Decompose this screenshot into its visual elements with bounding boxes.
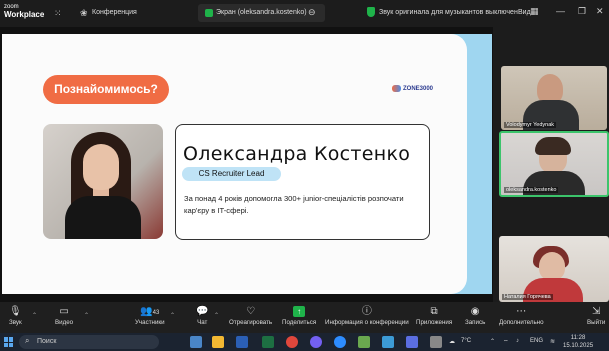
view-menu[interactable]: Вид xyxy=(518,9,531,16)
viber-icon[interactable] xyxy=(310,336,322,348)
brand-mark-icon xyxy=(392,85,401,92)
leave-label: Выйти xyxy=(587,319,606,326)
brand-logo: ZONE3000 xyxy=(392,85,433,92)
grid-icon[interactable]: ⁙ xyxy=(54,8,62,19)
speaker-role-badge: CS Recruiter Lead xyxy=(182,167,281,181)
react-button[interactable]: ♡ Отреагировать xyxy=(229,305,272,326)
maximize-icon[interactable]: ❐ xyxy=(578,6,586,17)
participant-name: Volodymyr Yedynak xyxy=(504,122,557,128)
brand-name: ZONE3000 xyxy=(403,86,434,93)
chat-caret-icon[interactable]: ⌃ xyxy=(214,312,219,319)
file-explorer-icon[interactable] xyxy=(190,336,202,348)
video-label: Видео xyxy=(55,319,74,326)
audio-caret-icon[interactable]: ⌃ xyxy=(32,312,37,319)
shield-icon xyxy=(367,7,375,17)
exit-icon: ⇲ xyxy=(591,306,601,317)
search-icon: ⌕ xyxy=(25,336,30,345)
network-icon[interactable]: ⌔ xyxy=(503,338,509,346)
record-label: Запись xyxy=(465,319,486,326)
speaker-info-card xyxy=(175,124,430,240)
heart-icon: ♡ xyxy=(246,306,256,317)
weather-icon[interactable]: ☁ xyxy=(449,338,455,345)
video-button[interactable]: ▭ Видео xyxy=(55,305,73,326)
minimize-icon[interactable]: — xyxy=(556,6,565,16)
participants-count: 43 xyxy=(152,310,160,316)
audio-label: Звук xyxy=(9,319,22,326)
meeting-info-button[interactable]: ⓘ Информация о конференции xyxy=(325,305,409,326)
react-label: Отреагировать xyxy=(229,319,273,326)
view-grid-icon[interactable]: ▦ xyxy=(530,6,539,17)
title-bar: zoom Workplace ⁙ ❀ Конференция Экран (ol… xyxy=(0,0,609,27)
chat-icon: 💬 xyxy=(196,306,209,317)
apps-button[interactable]: ⧉ Приложения xyxy=(416,305,452,326)
camera-icon: ▭ xyxy=(59,306,69,317)
meeting-toolbar: 🎙 Звук ⌃ ▭ Видео ⌃ 👥43 Участники ⌃ 💬 Чат… xyxy=(0,302,609,333)
more-label: Дополнительно xyxy=(499,319,544,326)
clock-date: 15.10.2025 xyxy=(563,343,594,349)
participant-video-1[interactable]: Volodymyr Yedynak xyxy=(501,66,607,130)
tray-chevron-icon[interactable]: ⌃ xyxy=(490,338,495,345)
leave-button[interactable]: ⇲ Выйти xyxy=(587,305,605,326)
participant-video-2-active[interactable]: oleksandra.kostenko xyxy=(499,131,609,197)
video-caret-icon[interactable]: ⌃ xyxy=(84,312,89,319)
audio-notice: Звук оригинала для музыкантов выключен xyxy=(379,9,518,16)
language-indicator[interactable]: ENG xyxy=(530,338,543,344)
more-icon: ⋯ xyxy=(516,306,527,317)
clock-time: 11:28 xyxy=(570,335,586,341)
conference-tab[interactable]: Конференция xyxy=(92,9,137,16)
record-button[interactable]: ◉ Запись xyxy=(465,305,485,326)
audio-button[interactable]: 🎙 Звук xyxy=(9,305,22,326)
start-button[interactable] xyxy=(4,337,14,347)
word-icon[interactable] xyxy=(236,336,248,348)
info-icon: ⓘ xyxy=(361,306,372,317)
participant-video-3[interactable]: Наталия Горячева xyxy=(499,236,609,302)
wifi-icon[interactable]: ≋ xyxy=(550,338,555,345)
close-icon[interactable]: ✕ xyxy=(596,6,604,17)
participants-icon: 👥43 xyxy=(140,306,160,317)
share-button[interactable]: ↑ Поделиться xyxy=(282,305,316,326)
participant-name: Наталия Горячева xyxy=(502,294,553,300)
taskbar-search[interactable]: Поиск xyxy=(19,335,159,349)
microphone-icon: 🎙 xyxy=(9,306,22,317)
temperature[interactable]: 7°C xyxy=(461,338,471,344)
zoom-icon[interactable] xyxy=(334,336,346,348)
info-label: Информация о конференции xyxy=(325,319,409,326)
os-taskbar: Поиск ⌕ ☁ 7°C ⌃ ⌔ ♪ ENG ≋ 11:28 15.10.20… xyxy=(0,333,609,351)
participants-button[interactable]: 👥43 Участники xyxy=(135,305,165,326)
speaker-photo xyxy=(43,124,163,239)
participants-caret-icon[interactable]: ⌃ xyxy=(170,312,175,319)
excel-icon[interactable] xyxy=(262,336,274,348)
logo-line2: Workplace xyxy=(4,10,45,19)
paw-icon: ❀ xyxy=(80,8,88,18)
chat-button[interactable]: 💬 Чат xyxy=(196,305,208,326)
more-button[interactable]: ⋯ Дополнительно xyxy=(499,305,544,326)
participant-name: oleksandra.kostenko xyxy=(504,187,559,193)
app-icon[interactable] xyxy=(430,336,442,348)
speaker-name: Олександра Костенко xyxy=(183,143,411,165)
app-icon[interactable] xyxy=(382,336,394,348)
record-icon: ◉ xyxy=(470,306,480,317)
share-indicator-icon xyxy=(205,9,213,17)
chrome-icon[interactable] xyxy=(286,336,298,348)
app-icon[interactable] xyxy=(358,336,370,348)
apps-label: Приложения xyxy=(416,319,453,326)
volume-icon[interactable]: ♪ xyxy=(516,338,519,344)
participants-label: Участники xyxy=(135,319,165,326)
zoom-logo: zoom Workplace xyxy=(4,3,44,19)
intro-pill: Познайомимось? xyxy=(43,75,169,104)
apps-icon: ⧉ xyxy=(430,306,438,317)
folder-icon[interactable] xyxy=(212,336,224,348)
more-options-icon[interactable]: ⊖ xyxy=(308,7,316,18)
chat-label: Чат xyxy=(197,319,208,326)
zoom-window: zoom Workplace ⁙ ❀ Конференция Экран (ol… xyxy=(0,0,609,351)
screen-tab-label: Экран (oleksandra.kostenko) xyxy=(216,9,307,16)
clock[interactable]: 11:28 15.10.2025 xyxy=(563,334,593,350)
share-screen-icon: ↑ xyxy=(293,306,306,317)
share-label: Поделиться xyxy=(282,319,317,326)
speaker-description: За понад 4 років допомогла 300+ junior-с… xyxy=(184,194,404,215)
app-icon[interactable] xyxy=(406,336,418,348)
